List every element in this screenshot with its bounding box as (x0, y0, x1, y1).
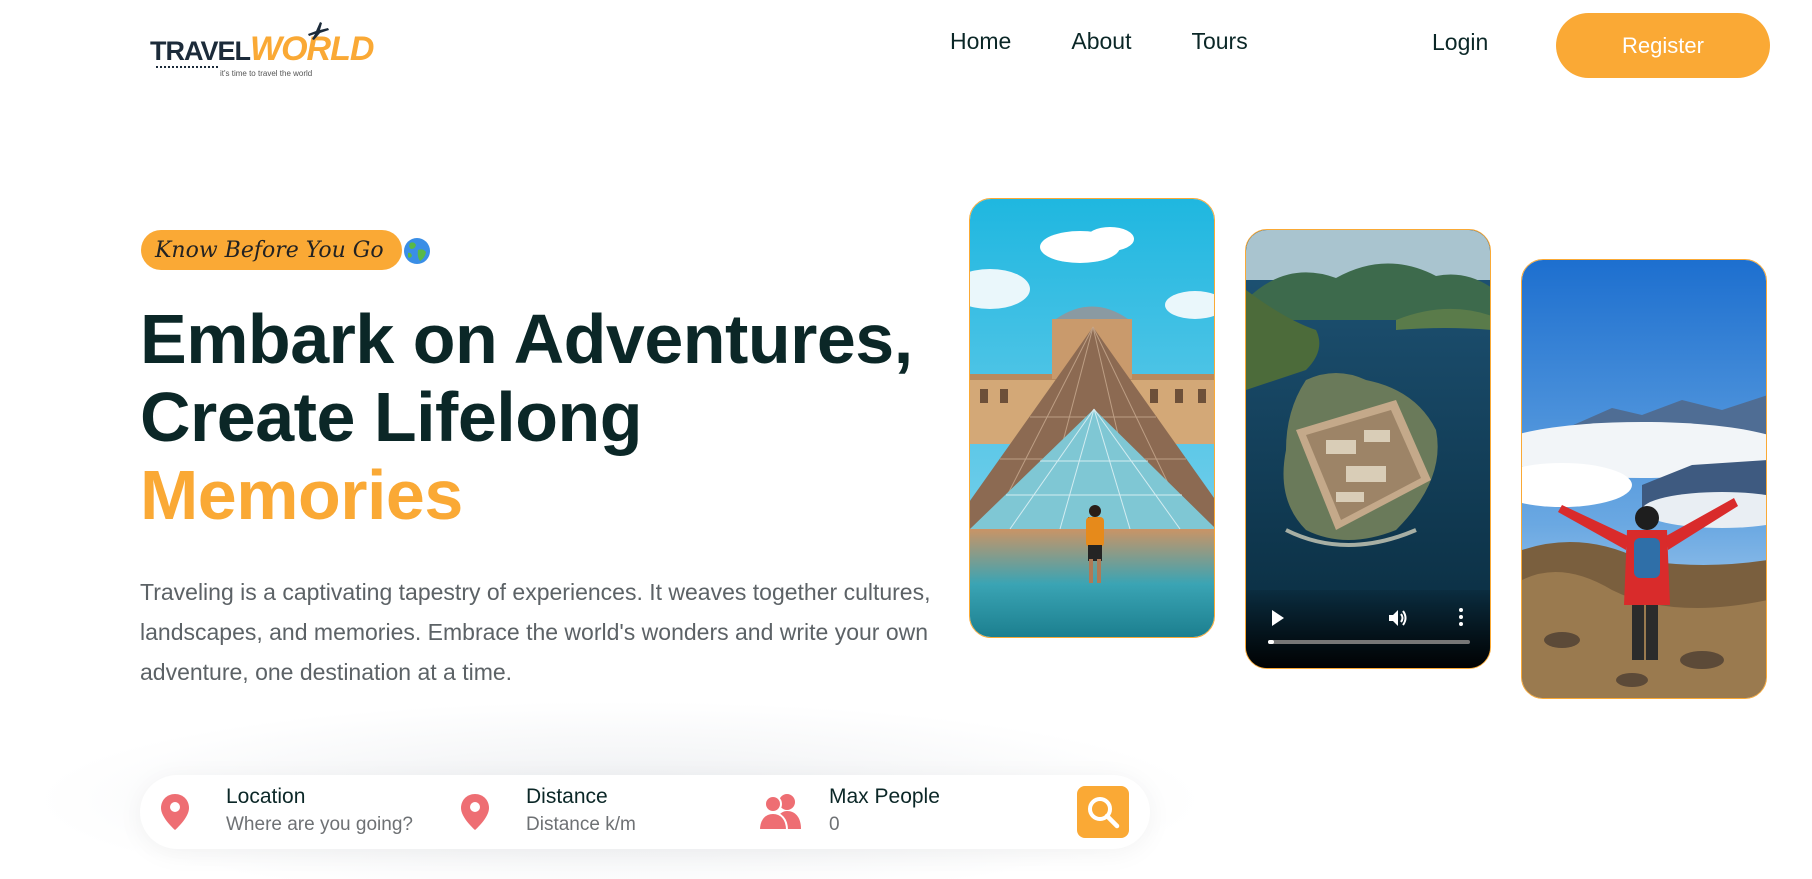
main-nav: Home About Tours (950, 28, 1248, 55)
nav-about[interactable]: About (1071, 28, 1131, 55)
location-label: Location (226, 785, 306, 808)
video-progress-bar[interactable] (1268, 640, 1470, 644)
location-field[interactable]: Location Where are you going? (160, 785, 430, 841)
map-pin-icon (461, 794, 489, 830)
map-pin-icon (161, 794, 189, 830)
tour-search-bar: Location Where are you going? Distance D… (140, 775, 1150, 849)
hero-headline: Embark on Adventures, Create Lifelong Me… (140, 300, 960, 534)
logo-wordmark: TRAVELWORLD (150, 30, 374, 69)
headline-line-2: Create Lifelong (140, 378, 643, 456)
volume-icon[interactable] (1386, 606, 1410, 630)
headline-accent: Memories (140, 456, 463, 534)
login-button[interactable]: Login (1432, 29, 1488, 56)
max-people-value[interactable]: 0 (829, 814, 840, 836)
video-progress-fill (1268, 640, 1275, 644)
distance-placeholder[interactable]: Distance k/m (526, 814, 636, 836)
search-icon (1088, 797, 1120, 829)
register-button[interactable]: Register (1556, 13, 1770, 78)
logo-text-travel: TRAVEL (150, 36, 251, 66)
headline-line-1: Embark on Adventures, (140, 300, 913, 378)
distance-field[interactable]: Distance Distance k/m (460, 785, 730, 841)
island-fortress-video[interactable] (1245, 229, 1491, 669)
distance-label: Distance (526, 785, 608, 808)
group-icon (757, 794, 801, 831)
mountain-hiker-photo (1521, 259, 1767, 699)
more-options-icon[interactable] (1458, 606, 1464, 630)
max-people-field[interactable]: Max People 0 (757, 785, 1027, 841)
page: TRAVELWORLD it's time to travel the worl… (0, 0, 1812, 879)
louvre-pyramid-photo (969, 198, 1215, 638)
search-button[interactable] (1077, 786, 1129, 838)
video-controls (1246, 590, 1490, 668)
logo-flight-path (156, 66, 218, 68)
max-people-label: Max People (829, 785, 940, 808)
nav-home[interactable]: Home (950, 28, 1011, 55)
nav-tours[interactable]: Tours (1191, 28, 1247, 55)
location-placeholder[interactable]: Where are you going? (226, 814, 413, 836)
know-before-you-go-badge: Know Before You Go (141, 230, 402, 270)
globe-icon (404, 238, 430, 264)
logo-tagline: it's time to travel the world (220, 69, 313, 78)
logo[interactable]: TRAVELWORLD it's time to travel the worl… (150, 20, 374, 80)
hero-description: Traveling is a captivating tapestry of e… (140, 579, 931, 685)
airplane-icon (308, 22, 329, 40)
play-icon[interactable] (1272, 610, 1284, 626)
